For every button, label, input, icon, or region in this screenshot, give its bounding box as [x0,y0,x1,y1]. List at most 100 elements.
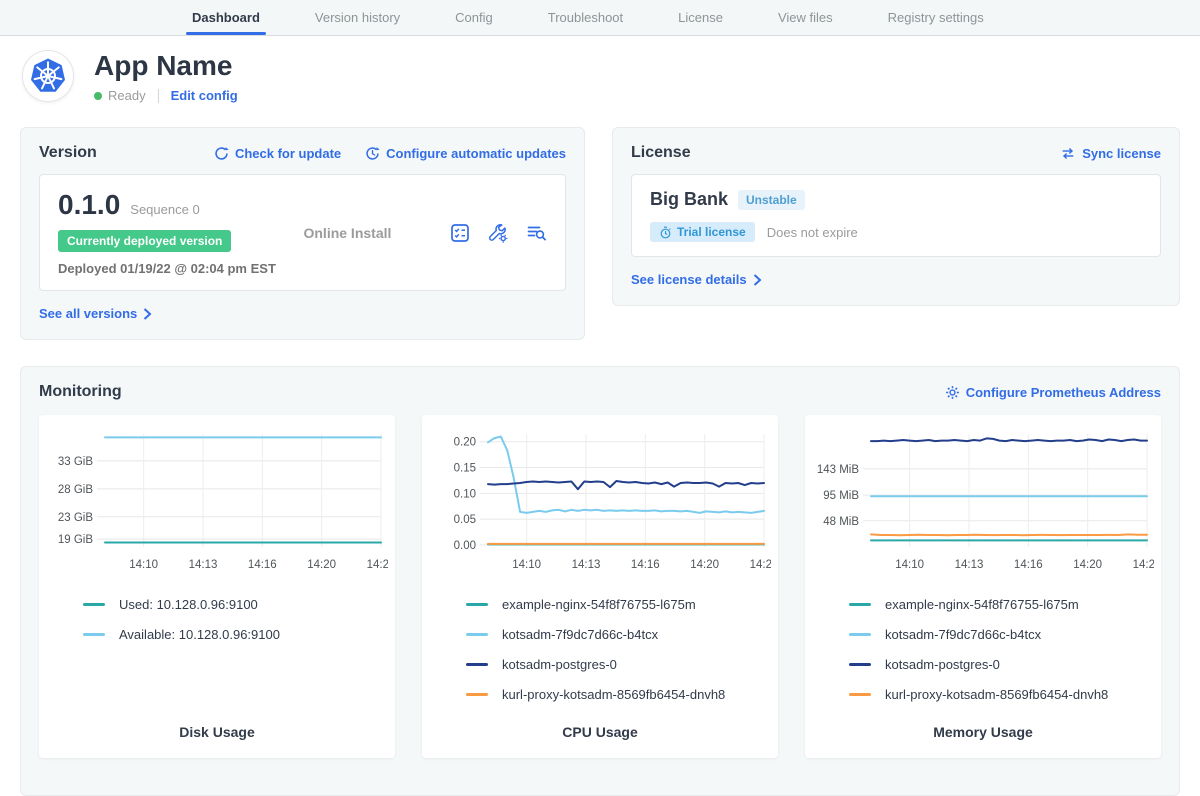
legend-label: kurl-proxy-kotsadm-8569fb6454-dnvh8 [885,687,1108,702]
see-license-details-link[interactable]: See license details [631,272,762,287]
svg-text:23 GiB: 23 GiB [58,512,93,524]
edit-config-link[interactable]: Edit config [171,88,238,103]
see-all-versions-link[interactable]: See all versions [39,306,152,321]
svg-text:14:20: 14:20 [1073,559,1102,571]
cpu-usage-chart: 0.000.050.100.150.2014:1014:1314:1614:20… [430,427,771,585]
legend-swatch [83,633,105,636]
svg-text:0.20: 0.20 [454,437,476,449]
expiry-label: Does not expire [767,225,858,240]
preflight-checks-icon[interactable] [449,222,471,244]
cpu-usage-title: CPU Usage [430,724,770,744]
status-badge: Ready [108,88,146,103]
legend-swatch [466,633,488,636]
deploy-logs-icon[interactable] [525,222,547,244]
tab-view-files[interactable]: View files [778,0,833,35]
svg-text:14:13: 14:13 [572,559,601,571]
legend-label: Available: 10.128.0.96:9100 [119,627,280,642]
svg-text:14:16: 14:16 [631,559,660,571]
gear-icon [945,385,960,400]
legend-swatch [849,663,871,666]
configure-prometheus-link[interactable]: Configure Prometheus Address [945,385,1161,400]
svg-text:14:10: 14:10 [512,559,541,571]
page-title: App Name [94,50,238,82]
view-config-icon[interactable] [487,222,509,244]
memory-usage-legend: example-nginx-54f8f76755-l675m kotsadm-7f… [849,597,1153,702]
version-panel-title: Version [39,144,97,162]
disk-usage-card: 19 GiB23 GiB28 GiB33 GiB14:1014:1314:161… [39,415,395,758]
trial-license-badge: Trial license [650,222,755,242]
configure-prometheus-label: Configure Prometheus Address [966,385,1161,400]
svg-text:28 GiB: 28 GiB [58,484,93,496]
svg-text:0.00: 0.00 [454,540,476,552]
status-ready-dot [94,92,102,100]
memory-usage-title: Memory Usage [813,724,1153,744]
svg-text:14:13: 14:13 [955,559,984,571]
current-version-card: 0.1.0 Sequence 0 Currently deployed vers… [39,174,566,291]
legend-label: Used: 10.128.0.96:9100 [119,597,258,612]
sync-license-link[interactable]: Sync license [1060,146,1161,161]
legend-item: kotsadm-7f9dc7d66c-b4tcx [466,627,770,642]
sequence-label: Sequence 0 [130,202,199,217]
legend-label: example-nginx-54f8f76755-l675m [885,597,1079,612]
legend-item: kotsadm-postgres-0 [466,657,770,672]
version-number: 0.1.0 [58,189,120,221]
tab-license[interactable]: License [678,0,723,35]
top-nav: Dashboard Version history Config Trouble… [0,0,1200,36]
install-type-label: Online Install [303,225,391,241]
svg-text:14:16: 14:16 [248,559,277,571]
memory-usage-card: 48 MiB95 MiB143 MiB14:1014:1314:1614:201… [805,415,1161,758]
svg-text:33 GiB: 33 GiB [58,456,93,468]
svg-text:14:23: 14:23 [750,559,771,571]
kubernetes-logo-icon [28,56,68,96]
legend-item: example-nginx-54f8f76755-l675m [466,597,770,612]
legend-item: Available: 10.128.0.96:9100 [83,627,387,642]
legend-swatch [466,693,488,696]
cpu-usage-card: 0.000.050.100.150.2014:1014:1314:1614:20… [422,415,778,758]
legend-swatch [849,633,871,636]
svg-text:95 MiB: 95 MiB [823,490,859,502]
cpu-usage-legend: example-nginx-54f8f76755-l675m kotsadm-7f… [466,597,770,702]
check-for-update-label: Check for update [235,146,341,161]
legend-swatch [849,603,871,606]
legend-label: kurl-proxy-kotsadm-8569fb6454-dnvh8 [502,687,725,702]
legend-swatch [849,693,871,696]
svg-text:14:13: 14:13 [189,559,218,571]
configure-auto-updates-link[interactable]: Configure automatic updates [365,146,566,161]
svg-text:19 GiB: 19 GiB [58,534,93,546]
version-panel: Version Check for update Configure au [20,127,585,340]
check-for-update-link[interactable]: Check for update [214,146,341,161]
svg-text:14:20: 14:20 [307,559,336,571]
tab-dashboard[interactable]: Dashboard [192,0,260,35]
chevron-right-icon [143,308,152,320]
tab-registry-settings[interactable]: Registry settings [888,0,984,35]
see-all-versions-label: See all versions [39,306,137,321]
refresh-icon [214,146,229,161]
svg-text:14:10: 14:10 [895,559,924,571]
monitoring-title: Monitoring [39,383,122,401]
legend-item: example-nginx-54f8f76755-l675m [849,597,1153,612]
tab-config[interactable]: Config [455,0,493,35]
clock-arrow-icon [365,146,380,161]
legend-label: kotsadm-7f9dc7d66c-b4tcx [885,627,1041,642]
memory-usage-chart: 48 MiB95 MiB143 MiB14:1014:1314:1614:201… [813,427,1154,585]
sync-license-label: Sync license [1082,146,1161,161]
disk-usage-title: Disk Usage [47,724,387,744]
legend-item: kurl-proxy-kotsadm-8569fb6454-dnvh8 [849,687,1153,702]
legend-item: kotsadm-7f9dc7d66c-b4tcx [849,627,1153,642]
license-customer-name: Big Bank [650,189,728,210]
svg-text:14:23: 14:23 [1133,559,1154,571]
legend-label: example-nginx-54f8f76755-l675m [502,597,696,612]
legend-swatch [466,663,488,666]
legend-label: kotsadm-postgres-0 [502,657,617,672]
see-license-details-label: See license details [631,272,747,287]
tab-troubleshoot[interactable]: Troubleshoot [548,0,623,35]
configure-auto-updates-label: Configure automatic updates [386,146,566,161]
disk-usage-legend: Used: 10.128.0.96:9100 Available: 10.128.… [83,597,387,642]
svg-text:0.05: 0.05 [454,514,476,526]
svg-text:0.15: 0.15 [454,463,476,475]
app-header: App Name Ready Edit config [0,36,1200,103]
svg-text:0.10: 0.10 [454,488,476,500]
divider [158,89,159,103]
legend-item: kurl-proxy-kotsadm-8569fb6454-dnvh8 [466,687,770,702]
tab-version-history[interactable]: Version history [315,0,400,35]
